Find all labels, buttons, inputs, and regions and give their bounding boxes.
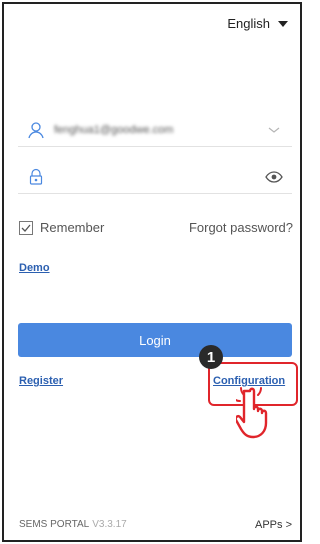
demo-link[interactable]: Demo (19, 262, 50, 274)
forgot-password-link[interactable]: Forgot password? (189, 220, 293, 235)
step-number-badge: 1 (199, 345, 223, 369)
username-field[interactable]: fenghua1@goodwe.com (18, 113, 292, 147)
checkbox-checked-icon[interactable] (19, 220, 33, 235)
chevron-down-icon[interactable] (262, 118, 286, 142)
password-field[interactable] (18, 160, 292, 194)
language-label: English (227, 16, 270, 31)
portal-version: SEMS PORTAL V3.3.17 (19, 519, 127, 530)
remember-label: Remember (40, 220, 105, 235)
version-label: V3.3.17 (92, 519, 127, 530)
pointing-hand-icon (234, 385, 284, 446)
language-selector[interactable]: English (227, 16, 288, 31)
user-icon (24, 118, 48, 142)
caret-down-icon (278, 20, 288, 27)
remember-option[interactable]: Remember (19, 220, 104, 235)
lock-icon (24, 165, 48, 189)
username-value: fenghua1@goodwe.com (54, 123, 174, 136)
portal-label: SEMS PORTAL (19, 519, 90, 530)
register-link[interactable]: Register (19, 375, 63, 387)
login-button[interactable]: Login (18, 323, 292, 357)
eye-icon[interactable] (262, 165, 286, 189)
apps-link[interactable]: APPs > (255, 519, 292, 531)
